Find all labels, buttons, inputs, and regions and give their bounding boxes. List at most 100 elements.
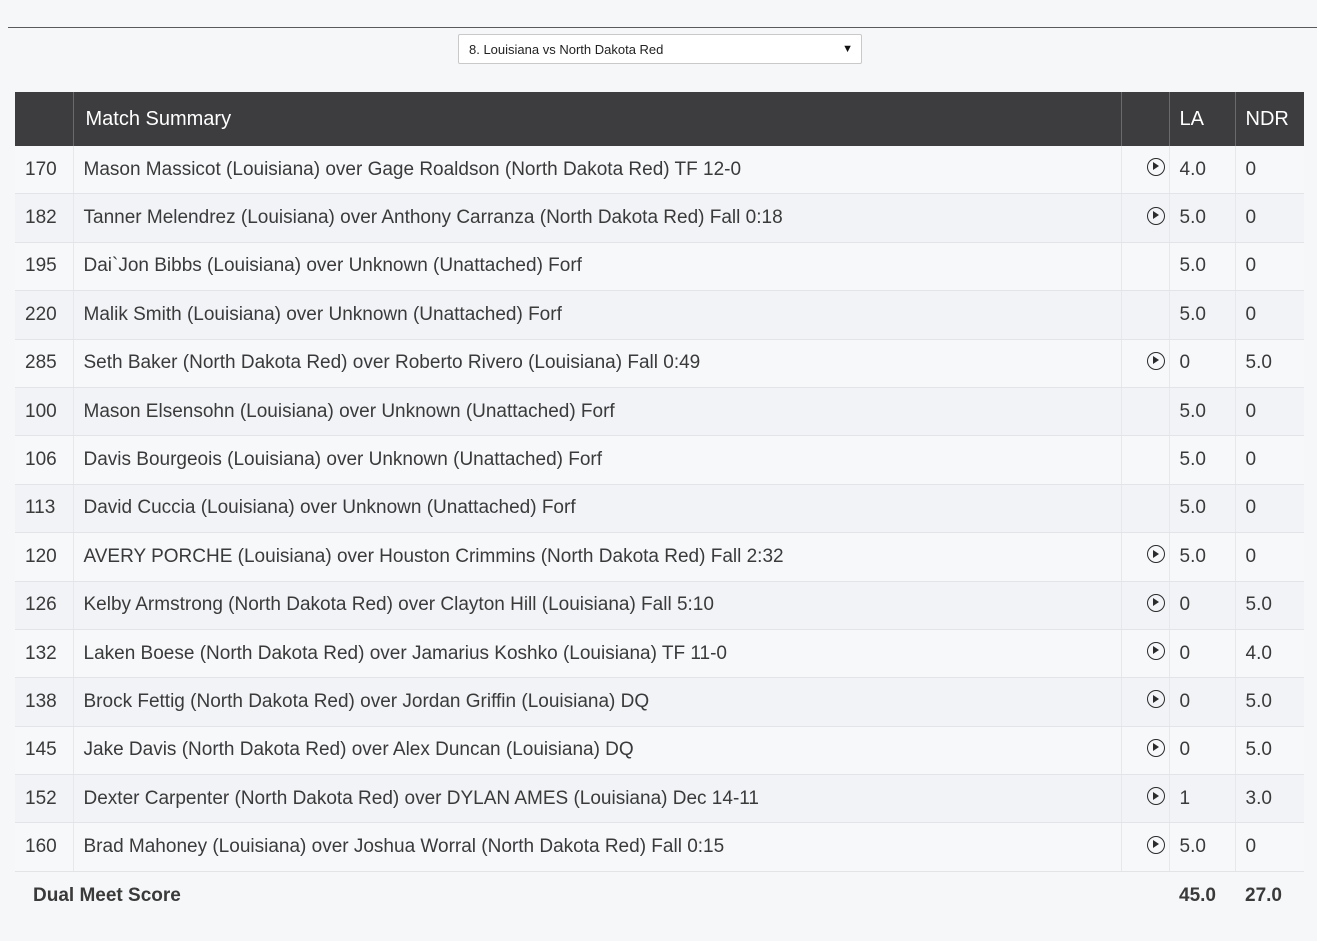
table-row: 100 Mason Elsensohn (Louisiana) over Unkn… (15, 387, 1304, 437)
play-circle-icon[interactable] (1146, 690, 1165, 709)
play-circle-icon[interactable] (1146, 593, 1165, 612)
weight-class: 132 (15, 629, 73, 679)
header-team-a: LA (1168, 92, 1235, 146)
video-cell (1120, 726, 1169, 776)
table-row: 160 Brad Mahoney (Louisiana) over Joshua … (15, 822, 1304, 872)
match-description: Dai`Jon Bibbs (Louisiana) over Unknown (… (72, 242, 1121, 292)
table-row: 132 Laken Boese (North Dakota Red) over J… (15, 629, 1304, 679)
weight-class: 182 (15, 193, 73, 243)
team-b-points: 0 (1234, 146, 1304, 195)
team-a-points: 5.0 (1168, 387, 1235, 437)
team-b-points: 0 (1234, 290, 1304, 340)
video-cell (1120, 435, 1169, 485)
weight-class: 195 (15, 242, 73, 292)
match-description: AVERY PORCHE (Louisiana) over Houston Cr… (72, 532, 1121, 582)
play-circle-icon[interactable] (1146, 787, 1165, 806)
team-b-points: 0 (1234, 435, 1304, 485)
team-b-points: 0 (1234, 242, 1304, 292)
video-cell (1120, 532, 1169, 582)
weight-class: 100 (15, 387, 73, 437)
weight-class: 138 (15, 677, 73, 727)
team-b-total: 27.0 (1235, 871, 1304, 920)
play-circle-icon[interactable] (1146, 835, 1165, 854)
match-description: Malik Smith (Louisiana) over Unknown (Un… (72, 290, 1121, 340)
weight-class: 285 (15, 339, 73, 388)
team-a-total: 45.0 (1169, 871, 1235, 920)
team-b-points: 5.0 (1234, 726, 1304, 776)
team-a-points: 0 (1168, 629, 1235, 679)
team-a-points: 5.0 (1168, 484, 1235, 534)
match-description: Brock Fettig (North Dakota Red) over Jor… (72, 677, 1121, 727)
video-cell (1120, 774, 1169, 824)
header-team-b: NDR (1234, 92, 1304, 146)
play-circle-icon[interactable] (1146, 545, 1165, 564)
video-cell (1120, 290, 1169, 340)
table-row: 106 Davis Bourgeois (Louisiana) over Unkn… (15, 435, 1304, 485)
team-a-points: 0 (1168, 677, 1235, 727)
match-description: Laken Boese (North Dakota Red) over Jama… (72, 629, 1121, 679)
video-cell (1120, 146, 1169, 195)
video-cell (1120, 387, 1169, 437)
team-a-points: 1 (1168, 774, 1235, 824)
team-b-points: 0 (1234, 484, 1304, 534)
play-circle-icon[interactable] (1146, 642, 1165, 661)
team-a-points: 0 (1168, 339, 1235, 388)
team-b-points: 0 (1234, 532, 1304, 582)
match-description: Dexter Carpenter (North Dakota Red) over… (72, 774, 1121, 824)
match-select-value: 8. Louisiana vs North Dakota Red (469, 41, 664, 57)
team-b-points: 4.0 (1234, 629, 1304, 679)
team-b-points: 0 (1234, 822, 1304, 872)
dual-meet-score-label: Dual Meet Score (15, 871, 1169, 920)
table-row: 152 Dexter Carpenter (North Dakota Red) o… (15, 774, 1304, 824)
table-row: 126 Kelby Armstrong (North Dakota Red) ov… (15, 581, 1304, 630)
match-select-dropdown[interactable]: 8. Louisiana vs North Dakota Red ▼ (458, 34, 862, 64)
play-circle-icon[interactable] (1146, 158, 1165, 177)
match-summary-table: Match Summary LA NDR 170 Mason Massicot (… (15, 92, 1304, 920)
team-a-points: 0 (1168, 581, 1235, 630)
team-a-points: 5.0 (1168, 435, 1235, 485)
play-circle-icon[interactable] (1146, 738, 1165, 757)
table-row: 120 AVERY PORCHE (Louisiana) over Houston… (15, 532, 1304, 582)
play-circle-icon[interactable] (1146, 206, 1165, 225)
match-description: Seth Baker (North Dakota Red) over Rober… (72, 339, 1121, 388)
team-a-points: 5.0 (1168, 822, 1235, 872)
weight-class: 152 (15, 774, 73, 824)
team-b-points: 0 (1234, 387, 1304, 437)
match-description: Brad Mahoney (Louisiana) over Joshua Wor… (72, 822, 1121, 872)
weight-class: 170 (15, 146, 73, 195)
team-a-points: 5.0 (1168, 290, 1235, 340)
table-header-row: Match Summary LA NDR (15, 92, 1304, 146)
team-b-points: 0 (1234, 193, 1304, 243)
match-description: Mason Elsensohn (Louisiana) over Unknown… (72, 387, 1121, 437)
table-row: 138 Brock Fettig (North Dakota Red) over … (15, 677, 1304, 727)
team-a-points: 0 (1168, 726, 1235, 776)
video-cell (1120, 484, 1169, 534)
video-cell (1120, 822, 1169, 872)
top-divider (8, 27, 1317, 28)
video-cell (1120, 242, 1169, 292)
team-b-points: 5.0 (1234, 581, 1304, 630)
weight-class: 120 (15, 532, 73, 582)
play-circle-icon[interactable] (1146, 351, 1165, 370)
match-description: Kelby Armstrong (North Dakota Red) over … (72, 581, 1121, 630)
weight-class: 113 (15, 484, 73, 534)
match-description: Mason Massicot (Louisiana) over Gage Roa… (72, 146, 1121, 195)
video-cell (1120, 677, 1169, 727)
video-cell (1120, 193, 1169, 243)
team-a-points: 5.0 (1168, 242, 1235, 292)
team-a-points: 5.0 (1168, 532, 1235, 582)
table-row: 113 David Cuccia (Louisiana) over Unknown… (15, 484, 1304, 534)
video-cell (1120, 339, 1169, 388)
video-cell (1120, 581, 1169, 630)
weight-class: 220 (15, 290, 73, 340)
weight-class: 106 (15, 435, 73, 485)
match-description: Jake Davis (North Dakota Red) over Alex … (72, 726, 1121, 776)
team-a-points: 5.0 (1168, 193, 1235, 243)
table-row: 182 Tanner Melendrez (Louisiana) over Ant… (15, 193, 1304, 243)
weight-class: 160 (15, 822, 73, 872)
team-b-points: 5.0 (1234, 677, 1304, 727)
team-a-points: 4.0 (1168, 146, 1235, 195)
match-description: David Cuccia (Louisiana) over Unknown (U… (72, 484, 1121, 534)
table-row: 195 Dai`Jon Bibbs (Louisiana) over Unknow… (15, 242, 1304, 292)
table-row: 285 Seth Baker (North Dakota Red) over Ro… (15, 339, 1304, 388)
